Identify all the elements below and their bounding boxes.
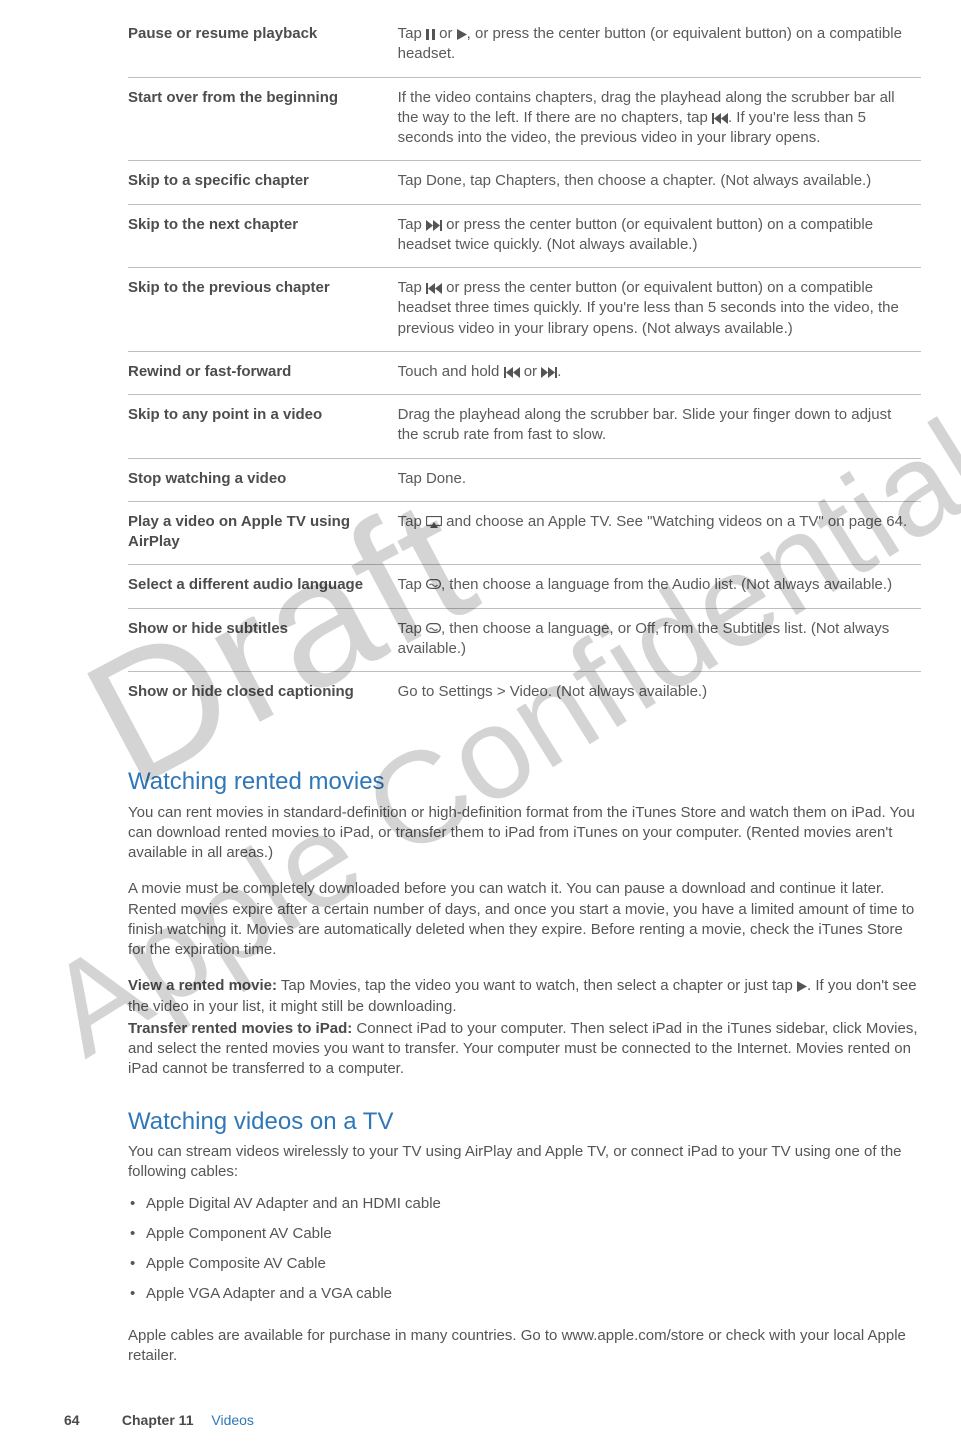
table-row: Skip to the next chapterTap or press the… — [128, 204, 921, 268]
section-heading-rented: Watching rented movies — [128, 766, 921, 798]
rented-paragraph-1: You can rent movies in standard-definiti… — [128, 803, 921, 864]
table-row: Show or hide subtitlesTap , then choose … — [128, 608, 921, 672]
action-label: Play a video on Apple TV using AirPlay — [128, 501, 398, 565]
action-description: Tap and choose an Apple TV. See "Watchin… — [398, 501, 921, 565]
action-description: Touch and hold or . — [398, 351, 921, 394]
table-row: Rewind or fast-forwardTouch and hold or … — [128, 351, 921, 394]
tv-outro: Apple cables are available for purchase … — [128, 1326, 921, 1367]
airplay-icon — [426, 513, 442, 530]
rented-transfer-label: Transfer rented movies to iPad: — [128, 1020, 352, 1037]
table-row: Show or hide closed captioningGo to Sett… — [128, 672, 921, 715]
tv-cable-list: Apple Digital AV Adapter and an HDMI cab… — [128, 1189, 921, 1310]
audio-language-icon — [426, 576, 441, 593]
action-description: Tap Done, tap Chapters, then choose a ch… — [398, 161, 921, 204]
action-description: Tap or , or press the center button (or … — [398, 14, 921, 77]
list-item: Apple VGA Adapter and a VGA cable — [128, 1279, 921, 1309]
table-row: Skip to any point in a videoDrag the pla… — [128, 395, 921, 459]
skip-forward-icon — [541, 363, 557, 380]
action-description: Tap Done. — [398, 458, 921, 501]
table-row: Start over from the beginningIf the vide… — [128, 77, 921, 161]
action-description: Drag the playhead along the scrubber bar… — [398, 395, 921, 459]
action-label: Show or hide subtitles — [128, 608, 398, 672]
action-description: Go to Settings > Video. (Not always avai… — [398, 672, 921, 715]
tv-intro: You can stream videos wirelessly to your… — [128, 1142, 921, 1183]
rented-view-label: View a rented movie: — [128, 977, 277, 994]
action-description: Tap , then choose a language, or Off, fr… — [398, 608, 921, 672]
action-label: Skip to the previous chapter — [128, 268, 398, 352]
table-row: Play a video on Apple TV using AirPlayTa… — [128, 501, 921, 565]
page-number: 64 — [64, 1411, 118, 1430]
skip-back-icon — [504, 363, 520, 380]
play-icon — [457, 25, 467, 42]
action-label: Rewind or fast-forward — [128, 351, 398, 394]
audio-language-icon — [426, 620, 441, 637]
action-label: Stop watching a video — [128, 458, 398, 501]
action-label: Pause or resume playback — [128, 14, 398, 77]
action-label: Select a different audio language — [128, 565, 398, 608]
pause-icon — [426, 25, 435, 42]
table-row: Select a different audio languageTap , t… — [128, 565, 921, 608]
document-page: Draft Apple Confidential Pause or resume… — [0, 0, 961, 1454]
play-icon — [797, 977, 807, 994]
action-description: Tap , then choose a language from the Au… — [398, 565, 921, 608]
section-heading-tv: Watching videos on a TV — [128, 1106, 921, 1138]
page-footer: 64 Chapter 11 Videos — [0, 1411, 961, 1430]
action-label: Skip to any point in a video — [128, 395, 398, 459]
chapter-title: Videos — [211, 1412, 254, 1428]
body-content: Watching rented movies You can rent movi… — [128, 766, 921, 1366]
action-label: Show or hide closed captioning — [128, 672, 398, 715]
table-row: Pause or resume playbackTap or , or pres… — [128, 14, 921, 77]
action-label: Skip to a specific chapter — [128, 161, 398, 204]
list-item: Apple Digital AV Adapter and an HDMI cab… — [128, 1189, 921, 1219]
table-row: Skip to a specific chapterTap Done, tap … — [128, 161, 921, 204]
skip-forward-icon — [426, 216, 442, 233]
rented-view-text-pre: Tap Movies, tap the video you want to wa… — [277, 977, 797, 994]
action-label: Start over from the beginning — [128, 77, 398, 161]
action-description: Tap or press the center button (or equiv… — [398, 204, 921, 268]
action-description: If the video contains chapters, drag the… — [398, 77, 921, 161]
list-item: Apple Component AV Cable — [128, 1219, 921, 1249]
rented-paragraph-2: A movie must be completely downloaded be… — [128, 879, 921, 960]
table-row: Stop watching a videoTap Done. — [128, 458, 921, 501]
rented-view-line: View a rented movie: Tap Movies, tap the… — [128, 976, 921, 1017]
list-item: Apple Composite AV Cable — [128, 1249, 921, 1279]
playback-actions-table: Pause or resume playbackTap or , or pres… — [128, 14, 921, 714]
rented-transfer-line: Transfer rented movies to iPad: Connect … — [128, 1019, 921, 1080]
action-description: Tap or press the center button (or equiv… — [398, 268, 921, 352]
skip-back-icon — [712, 109, 728, 126]
skip-back-icon — [426, 279, 442, 296]
chapter-label: Chapter 11 — [122, 1412, 194, 1428]
action-label: Skip to the next chapter — [128, 204, 398, 268]
table-row: Skip to the previous chapterTap or press… — [128, 268, 921, 352]
